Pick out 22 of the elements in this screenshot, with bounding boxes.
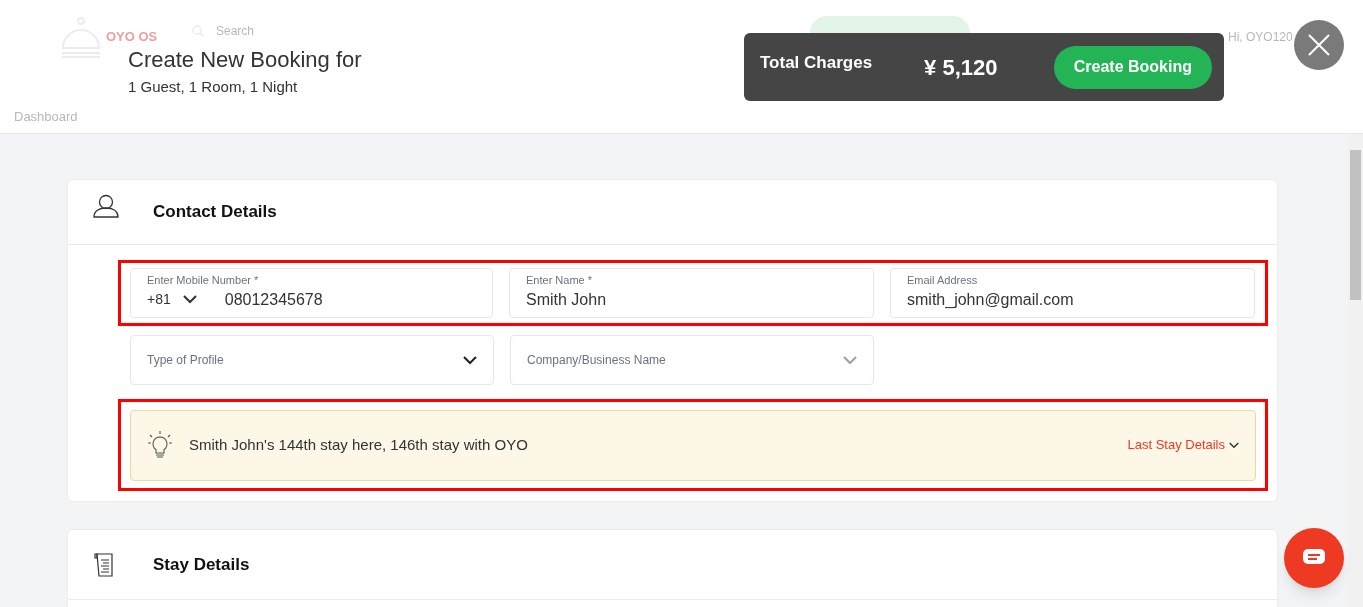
charges-amount: ¥ 5,120 xyxy=(924,53,998,82)
greeting-text: Hi, OYO120 xyxy=(1228,30,1293,44)
charges-label: Total Charges xyxy=(760,52,873,75)
modal-title: Create New Booking for xyxy=(128,46,362,74)
modal-subtitle: 1 Guest, 1 Room, 1 Night xyxy=(128,77,298,97)
phone-value: 08012345678 xyxy=(224,289,323,310)
create-booking-button[interactable]: Create Booking xyxy=(1053,45,1212,89)
country-code[interactable]: +81 xyxy=(147,289,171,311)
field-label: Email Address xyxy=(907,274,979,288)
input-field[interactable]: Enter Name * Smith John xyxy=(509,268,874,318)
field-label: Enter Name * xyxy=(526,274,594,288)
phone-field[interactable]: Enter Mobile Number * +81 08012345678 xyxy=(130,268,493,318)
section-title: Contact Details xyxy=(153,201,277,224)
last-stay-link[interactable]: Last Stay Details xyxy=(1127,435,1225,455)
stay-message: Smith John's 144th stay here, 146th stay with OYO xyxy=(189,434,528,455)
input-field[interactable]: Email Address smith_john@gmail.com xyxy=(890,268,1255,318)
field-value: Smith John xyxy=(526,289,608,310)
field-label: Enter Mobile Number * xyxy=(147,274,260,288)
dropdown-field[interactable]: Type of Profile xyxy=(130,335,494,385)
logo-text: OYO OS xyxy=(106,27,158,46)
section-title: Stay Details xyxy=(153,553,250,576)
field-value: smith_john@gmail.com xyxy=(907,289,1075,310)
